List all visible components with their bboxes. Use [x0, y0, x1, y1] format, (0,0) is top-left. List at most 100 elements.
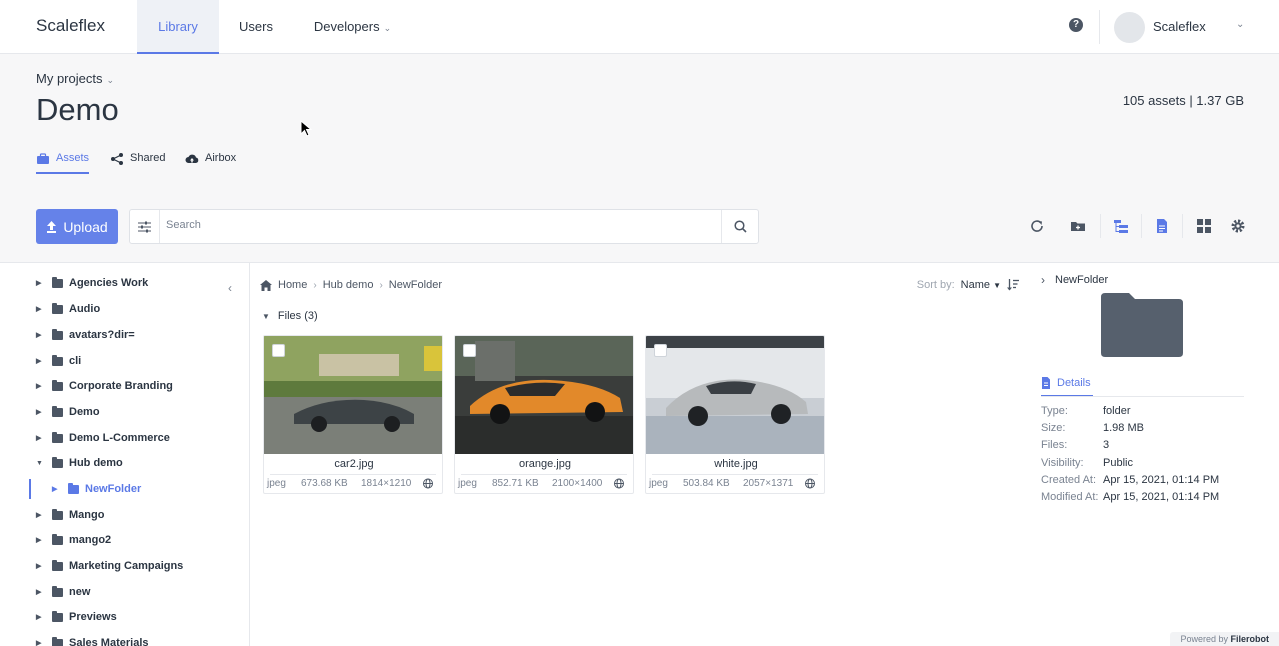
caret-right-icon[interactable]: ▶	[36, 588, 46, 596]
brand-logo[interactable]: Scaleflex	[36, 16, 105, 36]
projects-dropdown-label: My projects	[36, 71, 103, 86]
tab-assets[interactable]: Assets	[36, 152, 90, 174]
upload-icon	[47, 220, 57, 233]
tab-details[interactable]: Details	[1041, 377, 1093, 397]
folder-icon	[52, 636, 63, 646]
gear-icon[interactable]	[1230, 218, 1246, 234]
caret-down-icon: ▼	[993, 281, 1001, 290]
refresh-icon[interactable]	[1029, 218, 1045, 234]
chevron-down-icon[interactable]: ⌄	[1236, 19, 1244, 30]
file-dimensions: 2100×1400	[552, 478, 603, 489]
folder-icon	[52, 354, 63, 366]
divider	[1141, 214, 1142, 238]
select-checkbox[interactable]	[654, 344, 667, 357]
file-card[interactable]: car2.jpg jpeg 673.68 KB 1814×1210	[263, 335, 443, 494]
nav-tab-users[interactable]: Users	[226, 0, 286, 54]
projects-dropdown[interactable]: My projects ⌄	[36, 71, 114, 86]
caret-right-icon[interactable]: ▶	[36, 613, 46, 621]
tab-shared[interactable]: Shared	[110, 152, 165, 174]
grid-view-icon[interactable]	[1196, 218, 1212, 234]
folder-preview-icon	[1101, 293, 1183, 357]
nav-tab-developers[interactable]: Developers ⌄	[305, 0, 400, 54]
divider	[1041, 396, 1244, 397]
search-input[interactable]	[166, 219, 706, 231]
tree-item[interactable]: ▶ Marketing Campaigns	[36, 556, 183, 576]
folder-icon	[52, 559, 63, 571]
caret-right-icon[interactable]: ▶	[52, 485, 62, 493]
chevron-right-icon[interactable]: ›	[1041, 273, 1045, 287]
chevron-down-icon: ⌄	[106, 75, 115, 85]
details-header: › NewFolder	[1041, 273, 1108, 287]
divider	[1100, 214, 1101, 238]
detail-value: Public	[1103, 457, 1133, 469]
select-checkbox[interactable]	[272, 344, 285, 357]
tree-item[interactable]: ▶ Previews	[36, 607, 117, 627]
sort-direction-icon[interactable]	[1007, 279, 1019, 291]
new-folder-icon[interactable]	[1070, 218, 1086, 234]
tree-item[interactable]: ▶ cli	[36, 351, 81, 371]
tree-view-icon[interactable]	[1113, 218, 1129, 234]
search-icon	[733, 220, 747, 233]
divider	[652, 474, 818, 475]
caret-right-icon[interactable]: ▶	[36, 639, 46, 646]
caret-right-icon[interactable]: ▶	[36, 357, 46, 365]
mouse-cursor-icon	[300, 120, 312, 137]
file-card[interactable]: white.jpg jpeg 503.84 KB 2057×1371	[645, 335, 825, 494]
tab-airbox[interactable]: Airbox	[185, 152, 236, 174]
caret-right-icon[interactable]: ▶	[36, 434, 46, 442]
tree-item-label: avatars?dir=	[69, 329, 135, 341]
tree-item[interactable]: ▶ Demo	[36, 402, 100, 422]
sort-dropdown[interactable]: Name ▼	[961, 279, 1001, 291]
caret-down-icon[interactable]: ▼	[36, 460, 46, 467]
caret-right-icon[interactable]: ▶	[36, 408, 46, 416]
breadcrumb-hub-demo[interactable]: Hub demo	[323, 279, 374, 291]
breadcrumb-home[interactable]: Home	[278, 279, 307, 291]
tree-item[interactable]: ▶ Agencies Work	[36, 273, 148, 293]
caret-right-icon[interactable]: ▶	[36, 279, 46, 287]
cloud-upload-icon	[185, 154, 199, 163]
caret-down-icon: ▼	[262, 311, 270, 321]
tree-item[interactable]: ▶ Audio	[36, 299, 100, 319]
powered-by-badge[interactable]: Powered by Filerobot	[1170, 632, 1279, 646]
user-name[interactable]: Scaleflex	[1153, 19, 1206, 34]
upload-button[interactable]: Upload	[36, 209, 118, 244]
help-icon[interactable]: ?	[1069, 18, 1083, 32]
tree-item[interactable]: ▼ Hub demo	[36, 453, 123, 473]
tree-item[interactable]: ▶ Demo L-Commerce	[36, 428, 170, 448]
storage-stats: 105 assets | 1.37 GB	[1122, 93, 1244, 108]
powered-by-brand: Filerobot	[1230, 634, 1270, 644]
sort-control: Sort by: Name ▼	[917, 279, 1019, 291]
tree-item[interactable]: ▶ new	[36, 582, 90, 602]
chevron-left-icon[interactable]: ‹	[228, 281, 232, 295]
tree-item[interactable]: ▶ mango2	[36, 530, 111, 550]
chevron-down-icon: ⌄	[383, 23, 392, 33]
detail-key: Type:	[1041, 405, 1068, 417]
caret-right-icon[interactable]: ▶	[36, 305, 46, 313]
folder-icon	[52, 533, 63, 545]
briefcase-icon	[37, 153, 49, 164]
tree-item-selected[interactable]: ▶ NewFolder	[52, 479, 141, 499]
caret-right-icon[interactable]: ▶	[36, 536, 46, 544]
details-panel-icon[interactable]	[1154, 218, 1170, 234]
home-icon[interactable]	[260, 279, 272, 291]
tree-item-label: Agencies Work	[69, 277, 149, 289]
caret-right-icon[interactable]: ▶	[36, 511, 46, 519]
file-meta: jpeg 673.68 KB 1814×1210	[267, 478, 438, 489]
tree-item[interactable]: ▶ Corporate Branding	[36, 376, 173, 396]
filter-button[interactable]	[130, 210, 160, 243]
tree-item[interactable]: ▶ Mango	[36, 505, 104, 525]
tree-item[interactable]: ▶ Sales Materials	[36, 633, 149, 646]
caret-right-icon[interactable]: ▶	[36, 382, 46, 390]
select-checkbox[interactable]	[463, 344, 476, 357]
caret-right-icon[interactable]: ▶	[36, 331, 46, 339]
file-card[interactable]: orange.jpg jpeg 852.71 KB 2100×1400	[454, 335, 634, 494]
breadcrumb-newfolder[interactable]: NewFolder	[389, 279, 442, 291]
search-button[interactable]	[721, 210, 758, 243]
files-section-toggle[interactable]: ▼ Files (3)	[262, 310, 318, 322]
nav-tab-library[interactable]: Library	[137, 0, 219, 54]
avatar[interactable]	[1114, 12, 1145, 43]
tree-item[interactable]: ▶ avatars?dir=	[36, 325, 135, 345]
sliders-icon	[138, 221, 151, 232]
breadcrumb: Home › Hub demo › NewFolder	[260, 279, 442, 291]
caret-right-icon[interactable]: ▶	[36, 562, 46, 570]
